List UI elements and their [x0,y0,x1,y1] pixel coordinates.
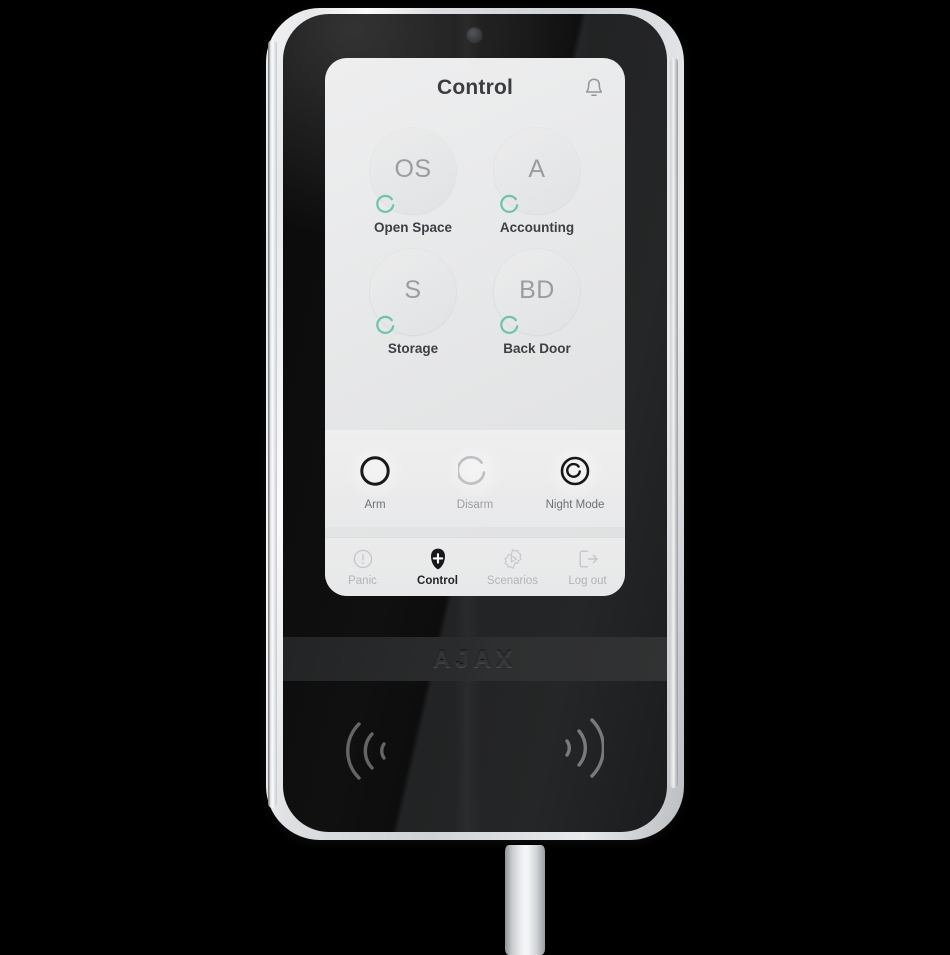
group-circle[interactable]: S [370,249,456,335]
nav-item-control[interactable]: Control [403,547,473,587]
disarm-label: Disarm [456,499,494,511]
brand-band: AJAX [283,637,667,681]
group-label: Accounting [499,220,575,235]
group-tile[interactable]: OS Open Space [351,128,475,235]
group-tile[interactable]: S Storage [351,249,475,356]
nav-item-panic[interactable]: Panic [328,547,398,587]
arc-progress-icon [373,191,399,217]
screen-header: Control [325,58,625,116]
nav-label-scenarios: Scenarios [486,575,539,587]
arm-circle-icon [348,444,402,498]
exit-arrow-icon [553,547,623,571]
shield-plus-icon [403,547,473,571]
rfid-wave-right-icon [548,712,606,789]
nav-label-logout: Log out [568,575,607,587]
action-panel: Arm Disarm Night Mode [325,430,625,527]
rfid-wave-left-icon [345,718,401,789]
device-left-rim [268,40,277,808]
arc-progress-icon [497,191,523,217]
group-abbr: BD [519,275,555,304]
group-abbr: OS [394,154,432,183]
page-title: Control [436,76,514,99]
group-label: Storage [387,341,439,356]
night-mode-label: Night Mode [545,499,605,511]
nav-label-panic: Panic [348,575,377,587]
disarm-open-circle-icon [448,444,502,498]
screenshot-root: Control OS Open Space A Accounting S Sto… [0,0,950,955]
night-mode-icon [548,444,602,498]
group-grid: OS Open Space A Accounting S Storage BD … [325,116,625,356]
ajax-logo: AJAX [432,646,518,673]
bottom-navigation: Panic Control Scenarios Log out [325,537,625,596]
device-stand [505,845,545,955]
night-mode-button[interactable]: Night Mode [533,444,617,511]
arm-button[interactable]: Arm [333,444,417,511]
group-circle[interactable]: BD [494,249,580,335]
bell-icon[interactable] [583,76,605,100]
arc-progress-icon [497,312,523,338]
group-label: Open Space [373,220,453,235]
nav-item-scenarios[interactable]: Scenarios [478,547,548,587]
group-circle[interactable]: A [494,128,580,214]
device-right-rim [670,58,678,788]
group-abbr: S [404,275,422,304]
arc-progress-icon [373,312,399,338]
nav-item-logout[interactable]: Log out [553,547,623,587]
nav-label-control: Control [417,575,458,587]
group-label: Back Door [503,341,571,356]
arm-label: Arm [364,499,386,511]
group-tile[interactable]: A Accounting [475,128,599,235]
touchscreen[interactable]: Control OS Open Space A Accounting S Sto… [325,58,625,596]
gear-play-icon [478,547,548,571]
proximity-sensor-dot [466,27,483,44]
group-abbr: A [528,154,546,183]
alert-circle-icon [328,547,398,571]
disarm-button[interactable]: Disarm [433,444,517,511]
group-tile[interactable]: BD Back Door [475,249,599,356]
group-circle[interactable]: OS [370,128,456,214]
